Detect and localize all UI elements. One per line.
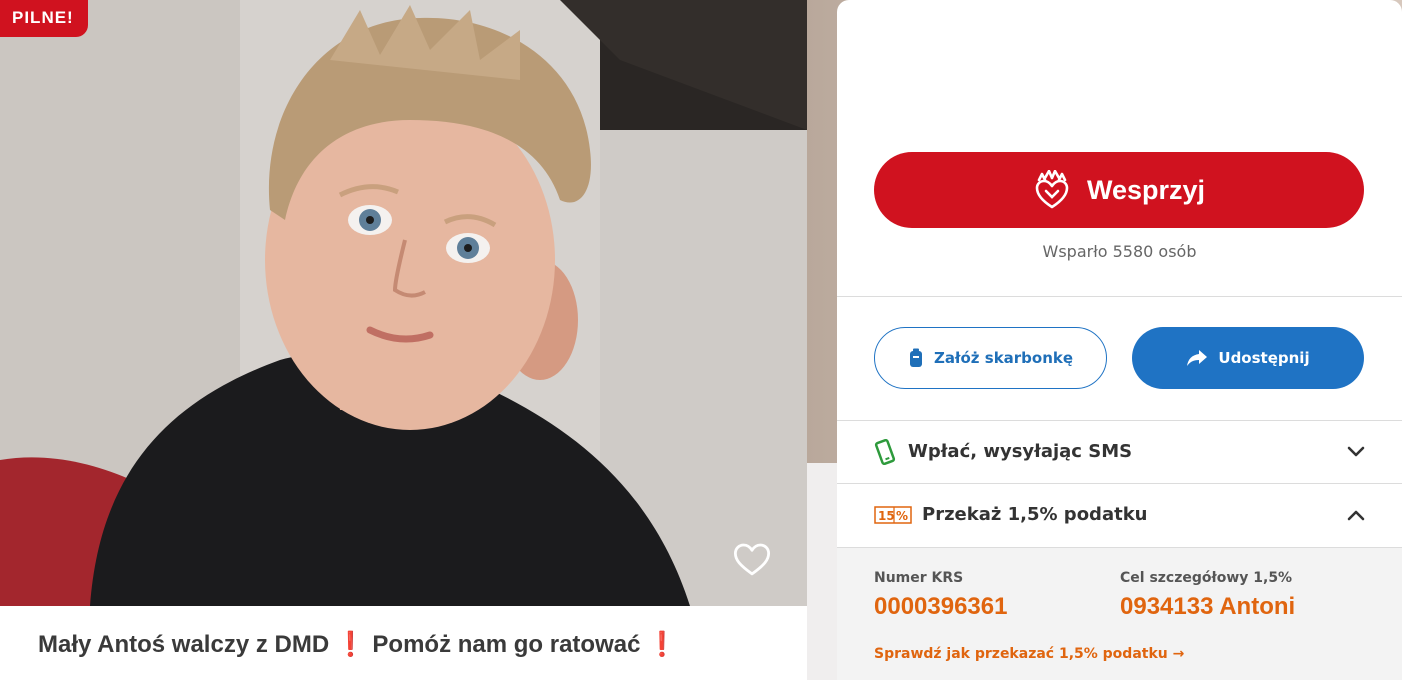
campaign-title: Mały Antoś walczy z DMD ❗ Pomóż nam go r… (38, 630, 677, 659)
support-panel: Wesprzyj Wsparło 5580 osób Załóż skarbon… (837, 0, 1402, 680)
exclamation-icon: ❗ (647, 631, 678, 658)
heart-outline-icon (733, 543, 771, 576)
support-button-label: Wesprzyj (1086, 174, 1206, 205)
krs-label: Numer KRS (874, 570, 964, 586)
goal-label: Cel szczegółowy 1,5% (1120, 570, 1293, 586)
panel-fade (857, 10, 1377, 130)
child-photo-illustration (0, 0, 807, 606)
tax-label: Przekaż 1,5% podatku (922, 504, 1148, 525)
support-button[interactable]: Wesprzyj (874, 152, 1364, 228)
campaign-photo[interactable]: PILNE! (0, 0, 807, 606)
tax-percent-icon: 15 % (874, 505, 912, 524)
tax-link-text: Sprawdź jak przekazać 1,5% podatku (874, 646, 1168, 662)
title-part-1: Mały Antoś walczy z DMD (38, 631, 330, 658)
tax-accordion[interactable]: 15 % Przekaż 1,5% podatku (837, 483, 1402, 546)
piggybank-icon (909, 348, 922, 367)
urgent-badge: PILNE! (0, 0, 88, 37)
share-label: Udostępnij (1218, 349, 1310, 367)
exclamation-icon: ❗ (335, 631, 366, 658)
phone-icon (874, 438, 896, 465)
campaign-card: PILNE! Mały Antoś walczy z DMD ❗ Pomóż n… (0, 0, 807, 680)
krs-value: 0000396361 (874, 593, 1008, 620)
favorite-button[interactable] (731, 538, 773, 580)
svg-text:15: 15 (878, 509, 895, 523)
chevron-up-icon (1347, 510, 1365, 521)
share-arrow-icon (1187, 350, 1208, 366)
arrow-right-icon: → (1172, 646, 1185, 662)
chevron-down-icon (1347, 446, 1365, 457)
tax-details: Numer KRS 0000396361 Cel szczegółowy 1,5… (837, 548, 1402, 680)
title-part-2: Pomóż nam go ratować (372, 631, 641, 658)
heart-hand-icon (1035, 170, 1069, 209)
svg-text:%: % (896, 509, 908, 523)
divider (837, 296, 1402, 297)
supporters-count: Wsparło 5580 osób (1042, 242, 1197, 261)
goal-value: 0934133 Antoni (1120, 593, 1296, 620)
share-button[interactable]: Udostępnij (1132, 327, 1364, 389)
sms-label: Wpłać, wysyłając SMS (908, 441, 1133, 462)
piggybank-label: Załóż skarbonkę (933, 349, 1074, 367)
create-piggybank-button[interactable]: Załóż skarbonkę (874, 327, 1107, 389)
tax-howto-link[interactable]: Sprawdź jak przekazać 1,5% podatku → (874, 646, 1184, 662)
sms-accordion[interactable]: Wpłać, wysyłając SMS (837, 420, 1402, 483)
